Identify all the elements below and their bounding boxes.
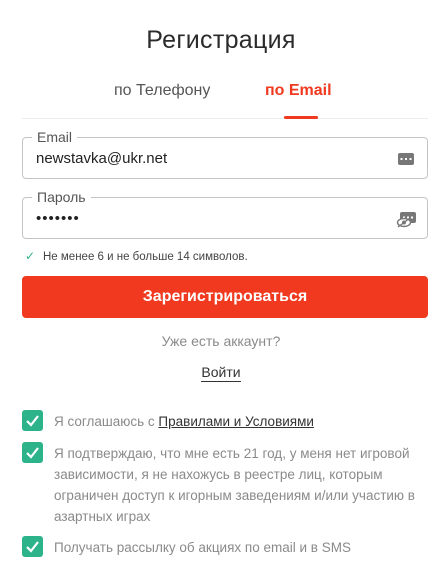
has-account-text: Уже есть аккаунт? bbox=[161, 333, 281, 349]
password-field-label: Пароль bbox=[32, 189, 91, 205]
consent-rules-text: Я соглашаюсь с Правилами и Условиями bbox=[54, 411, 434, 432]
email-field[interactable]: Email newstavka@ukr.net bbox=[22, 129, 428, 179]
checkmark-icon: ✓ bbox=[25, 249, 36, 263]
email-field-label: Email bbox=[32, 129, 78, 145]
password-field[interactable]: Пароль ••••••• bbox=[22, 189, 428, 239]
email-input[interactable]: newstavka@ukr.net bbox=[36, 150, 167, 168]
consent-rules-checkbox[interactable] bbox=[22, 410, 43, 431]
login-link[interactable]: Войти bbox=[201, 364, 241, 382]
consent-newsletter-text: Получать рассылку об акциях по email и в… bbox=[54, 540, 351, 555]
checkbox-checked-icon bbox=[26, 447, 39, 459]
checkbox-checked-icon bbox=[26, 541, 39, 553]
hidden-password-icon[interactable] bbox=[396, 210, 416, 228]
rules-link[interactable]: Правилами и Условиями bbox=[158, 414, 314, 429]
autofill-card-icon[interactable] bbox=[396, 150, 416, 168]
registration-tabs: по Телефону по Email bbox=[22, 80, 428, 119]
register-button[interactable]: Зарегистрироваться bbox=[22, 276, 428, 318]
consent-age-text: Я подтверждаю, что мне есть 21 год, у ме… bbox=[54, 446, 415, 524]
login-link-wrapper: Войти bbox=[0, 364, 442, 382]
checkbox-checked-icon bbox=[26, 415, 39, 427]
consent-age-checkbox[interactable] bbox=[22, 442, 43, 463]
page-title: Регистрация bbox=[146, 26, 296, 54]
password-input[interactable]: ••••••• bbox=[36, 210, 80, 228]
tab-email[interactable]: по Email bbox=[265, 82, 332, 100]
tab-phone[interactable]: по Телефону bbox=[114, 82, 210, 100]
consent-newsletter-checkbox[interactable] bbox=[22, 536, 43, 557]
consent-rules-prefix: Я соглашаюсь с bbox=[54, 414, 159, 429]
password-hint: ✓ Не менее 6 и не больше 14 символов. bbox=[25, 248, 248, 265]
password-hint-text: Не менее 6 и не больше 14 символов. bbox=[43, 251, 248, 263]
active-tab-indicator bbox=[284, 116, 318, 119]
